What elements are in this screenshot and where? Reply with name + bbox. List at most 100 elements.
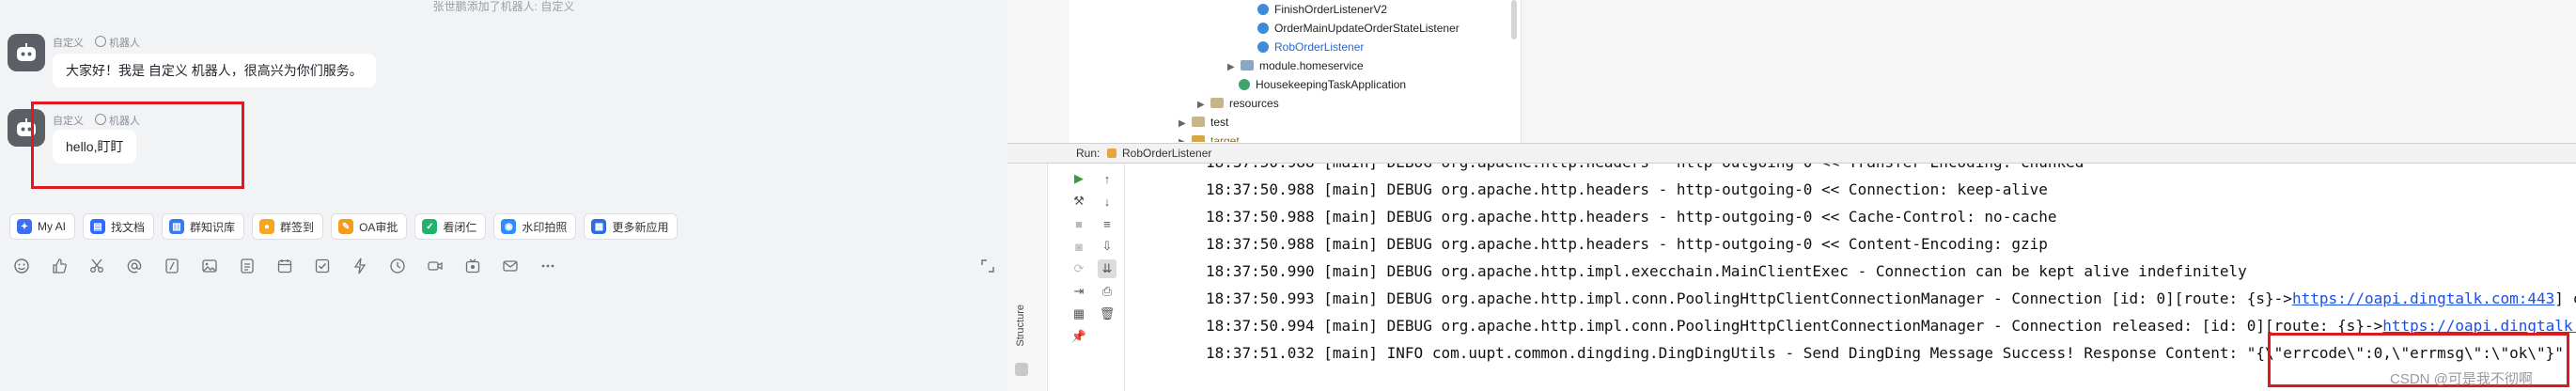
expand-icon[interactable] [977, 256, 998, 276]
quick-action-label: 群签到 [280, 220, 315, 234]
tree-item-folder[interactable]: ▶ resources [1197, 95, 1279, 114]
more-icon[interactable] [538, 256, 558, 276]
task-icon[interactable] [312, 256, 333, 276]
package-icon [1241, 60, 1254, 70]
trash-icon[interactable]: 🗑 [1098, 305, 1116, 323]
console-line-text: 18:37:50.988 [main] DEBUG org.apache.htt… [1206, 180, 2048, 198]
tree-item-folder[interactable]: ▶ target [1179, 133, 1240, 142]
layout-grid-icon[interactable]: ▦ [1069, 305, 1088, 323]
tree-item-folder[interactable]: ▶ test [1179, 114, 1228, 133]
run-tab[interactable]: RobOrderListener [1122, 147, 1211, 160]
tree-item-label: FinishOrderListenerV2 [1274, 3, 1388, 16]
file-icon[interactable] [162, 256, 182, 276]
quick-action-label: 水印拍照 [522, 220, 568, 234]
console-line: 18:37:50.988 [main] DEBUG org.apache.htt… [1206, 203, 2056, 230]
soft-wrap-icon[interactable]: ≡ [1098, 214, 1116, 233]
quick-action-my-ai[interactable]: ✦ My AI [9, 213, 76, 240]
wrench-icon[interactable]: ⚒ [1069, 192, 1088, 211]
doc-icon: ▤ [90, 219, 106, 234]
expand-arrow-icon[interactable]: ▶ [1179, 134, 1192, 142]
class-icon [1257, 4, 1269, 15]
ding-icon[interactable] [350, 256, 370, 276]
quick-action-label: 看闭仁 [443, 220, 477, 234]
expand-arrow-icon[interactable]: ▶ [1179, 116, 1192, 133]
rerun-icon[interactable]: ▶ [1069, 169, 1088, 188]
arrow-down-icon[interactable]: ↓ [1098, 192, 1116, 211]
console-line-text: 18:37:50.988 [main] DEBUG org.apache.htt… [1206, 164, 2084, 171]
bot-tag: 机器人 [95, 35, 140, 50]
console-line-text: 18:37:50.988 [main] DEBUG org.apache.htt… [1206, 235, 2048, 253]
tree-item-class[interactable]: HousekeepingTaskApplication [1239, 76, 1406, 93]
tree-item-class-selected[interactable]: RobOrderListener [1257, 39, 1364, 55]
thumbs-up-icon[interactable] [49, 256, 70, 276]
bot-tag-label: 机器人 [109, 38, 140, 49]
calendar-icon[interactable] [274, 256, 295, 276]
emoji-icon[interactable] [11, 256, 32, 276]
tree-item-label: RobOrderListener [1274, 40, 1365, 54]
tree-item-label: HousekeepingTaskApplication [1256, 78, 1407, 91]
quick-action-find-doc[interactable]: ▤ 找文档 [83, 213, 155, 240]
doc-share-icon[interactable] [237, 256, 258, 276]
tree-item-class[interactable]: FinishOrderListenerV2 [1257, 1, 1387, 18]
expand-arrow-icon[interactable]: ▶ [1227, 59, 1241, 76]
tool-strip [1007, 0, 1070, 143]
project-tree: FinishOrderListenerV2 OrderMainUpdateOrd… [1069, 0, 1577, 143]
folder-icon [1210, 98, 1224, 108]
chat-pane: 张世鹏添加了机器人: 自定义 自定义 机器人 大家好！我是 自定义 机器人，很高… [0, 0, 1007, 391]
message-bubble[interactable]: 大家好！我是 自定义 机器人，很高兴为你们服务。 [53, 54, 376, 87]
quick-action-more-apps[interactable]: ▦ 更多新应用 [584, 213, 679, 240]
apps-icon: ▦ [591, 219, 607, 234]
clock-icon[interactable] [387, 256, 408, 276]
quick-action-signin[interactable]: ● 群签到 [252, 213, 324, 240]
console-line-text: 18:37:50.988 [main] DEBUG org.apache.htt… [1206, 208, 2057, 226]
stop-icon[interactable]: ■ [1069, 214, 1088, 233]
arrow-up-icon[interactable]: ↑ [1098, 169, 1116, 188]
console-toolbar: ↑ ↓ ≡ ⇩ ⇊ ⎙ 🗑 [1098, 169, 1116, 323]
console-line-text: 18:37:50.993 [main] DEBUG org.apache.htt… [1206, 289, 2292, 307]
highlight-box [31, 102, 244, 189]
scroll-to-end-icon[interactable]: ⇩ [1098, 237, 1116, 256]
tree-scrollbar[interactable] [1511, 0, 1517, 39]
console-output[interactable]: 18:37:50.988 [main] DEBUG org.apache.htt… [1124, 164, 2576, 391]
quick-action-oa[interactable]: ✎ OA审批 [331, 213, 408, 240]
quick-action-camera[interactable]: ◉ 水印拍照 [493, 213, 577, 240]
console-line: 18:37:50.988 [main] DEBUG org.apache.htt… [1206, 176, 2048, 203]
signin-icon: ● [259, 219, 275, 234]
run-tab-bar: Run: RobOrderListener [1007, 143, 2576, 164]
layout-icon[interactable] [1015, 363, 1028, 376]
tree-item-class[interactable]: OrderMainUpdateOrderStateListener [1257, 20, 1460, 37]
system-message: 张世鹏添加了机器人: 自定义 [432, 0, 575, 13]
mail-icon[interactable] [500, 256, 521, 276]
bot-avatar[interactable] [8, 34, 45, 71]
class-icon [1257, 23, 1269, 34]
quick-action-knowledge[interactable]: ▥ 群知识库 [162, 213, 245, 240]
video-call-icon[interactable] [425, 256, 445, 276]
console-link[interactable]: https://oapi.dingtalk.com:443 [2292, 289, 2554, 307]
quick-action-label: 找文档 [111, 220, 146, 234]
exit-icon[interactable]: ⇥ [1069, 282, 1088, 301]
image-icon[interactable] [199, 256, 220, 276]
structure-tab[interactable]: Structure [1015, 305, 1026, 347]
live-icon[interactable] [462, 256, 483, 276]
folder-icon [1192, 135, 1205, 142]
quick-action-check[interactable]: ✓ 看闭仁 [414, 213, 487, 240]
pin-icon[interactable]: 📌 [1069, 327, 1088, 346]
run-label: Run: [1076, 147, 1101, 160]
refresh-icon[interactable]: ⟳ [1069, 259, 1088, 278]
console-line: 18:37:50.988 [main] DEBUG org.apache.htt… [1206, 164, 2084, 176]
tree-item-label: module.homeservice [1259, 59, 1364, 72]
quick-action-label: 更多新应用 [612, 220, 669, 234]
camera-dump-icon[interactable]: ◙ [1069, 237, 1088, 256]
console-line-text: 18:37:50.994 [main] DEBUG org.apache.htt… [1206, 317, 2383, 335]
console-line: 18:37:50.993 [main] DEBUG org.apache.htt… [1206, 285, 2576, 312]
tree-item-label: OrderMainUpdateOrderStateListener [1274, 22, 1460, 35]
expand-arrow-icon[interactable]: ▶ [1197, 97, 1210, 114]
quick-action-label: 群知识库 [190, 220, 236, 234]
scissors-icon[interactable] [86, 256, 107, 276]
run-config-icon [1107, 149, 1116, 158]
mention-icon[interactable] [124, 256, 145, 276]
input-toolbar [11, 256, 558, 276]
scroll-end-toggle-icon[interactable]: ⇊ [1098, 259, 1116, 278]
tree-item-package[interactable]: ▶ module.homeservice [1227, 57, 1364, 76]
print-icon[interactable]: ⎙ [1098, 282, 1116, 301]
